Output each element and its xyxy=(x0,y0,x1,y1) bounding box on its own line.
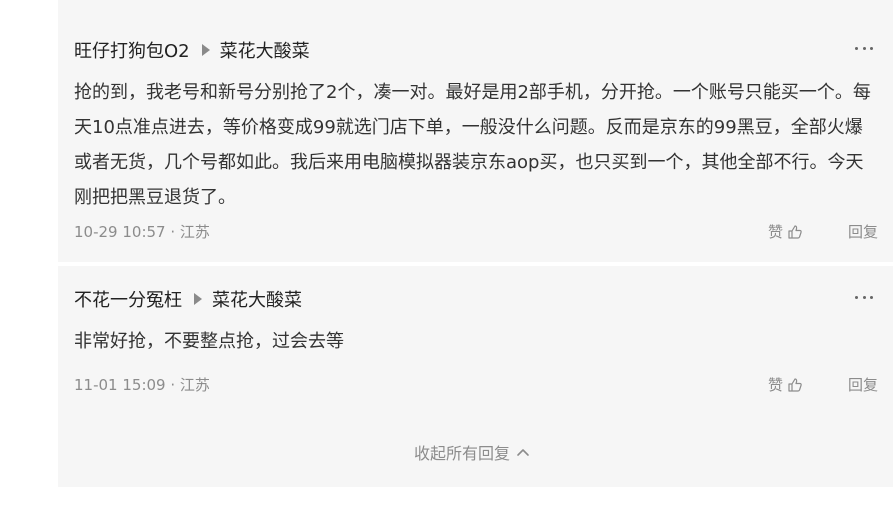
reply-to-name[interactable]: 菜花大酸菜 xyxy=(212,286,302,312)
like-button[interactable]: 赞 xyxy=(768,221,803,242)
reply-item: 旺仔打狗包O2 菜花大酸菜 抢的到，我老号和新号分别抢了2个，凑一对。最好是用2… xyxy=(58,0,893,262)
thumb-up-icon xyxy=(788,224,802,239)
chevron-up-icon xyxy=(517,449,529,456)
triangle-right-icon xyxy=(194,293,202,305)
reply-item: 不花一分冤枉 菜花大酸菜 非常好抢，不要整点抢，过会去等 11-01 15:09… xyxy=(58,266,893,416)
reply-button[interactable]: 回复 xyxy=(848,221,878,242)
like-label: 赞 xyxy=(767,376,783,394)
like-button[interactable]: 赞 xyxy=(768,374,803,395)
reply-content: 抢的到，我老号和新号分别抢了2个，凑一对。最好是用2部手机，分开抢。一个账号只能… xyxy=(74,82,871,208)
like-label: 赞 xyxy=(767,223,783,241)
reply-time-location: 11-01 15:09 · 江苏 xyxy=(74,376,210,394)
reply-button[interactable]: 回复 xyxy=(848,374,878,395)
author-name[interactable]: 不花一分冤枉 xyxy=(74,286,182,312)
reply-header: 不花一分冤枉 菜花大酸菜 xyxy=(74,286,302,312)
more-dots-icon[interactable] xyxy=(855,289,873,305)
collapse-label: 收起所有回复 xyxy=(414,444,511,463)
replies-panel: 旺仔打狗包O2 菜花大酸菜 抢的到，我老号和新号分别抢了2个，凑一对。最好是用2… xyxy=(58,0,893,487)
reply-content: 非常好抢，不要整点抢，过会去等 xyxy=(74,331,344,352)
thumb-up-icon xyxy=(788,377,802,392)
author-name[interactable]: 旺仔打狗包O2 xyxy=(74,37,190,63)
collapse-replies-button[interactable]: 收起所有回复 xyxy=(414,440,530,464)
reply-time-location: 10-29 10:57 · 江苏 xyxy=(74,223,210,241)
more-dots-icon[interactable] xyxy=(855,40,873,56)
reply-to-name[interactable]: 菜花大酸菜 xyxy=(220,37,310,63)
reply-header: 旺仔打狗包O2 菜花大酸菜 xyxy=(74,37,310,63)
triangle-right-icon xyxy=(201,44,210,56)
